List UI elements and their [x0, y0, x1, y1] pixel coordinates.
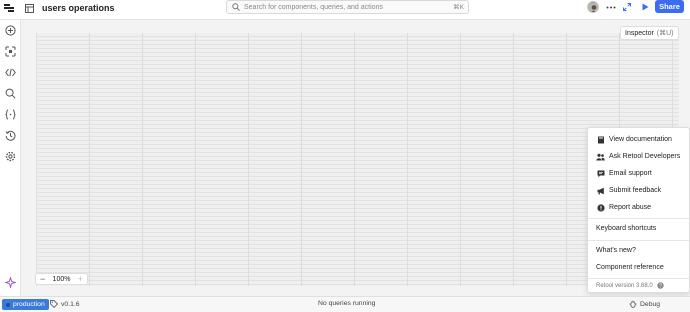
- menu-divider: [588, 218, 690, 219]
- svg-text:?: ?: [659, 283, 662, 289]
- environment-label: production: [13, 301, 45, 308]
- menu-item-report-abuse[interactable]: Report abuse: [596, 203, 651, 212]
- zoom-control: − 100% +: [35, 273, 88, 285]
- menu-item-label: View documentation: [609, 136, 672, 143]
- share-button[interactable]: Share: [655, 0, 684, 13]
- inspector-shortcut: (⌘U): [656, 30, 674, 37]
- app-title[interactable]: users operations: [42, 3, 115, 13]
- inspector-label: Inspector: [625, 29, 654, 37]
- megaphone-icon: [596, 186, 605, 195]
- environment-dot-icon: [6, 302, 10, 307]
- help-circle-icon[interactable]: ?: [657, 282, 664, 289]
- sparkle-icon[interactable]: [4, 276, 17, 289]
- menu-divider: [588, 278, 690, 279]
- menu-item-whats-new[interactable]: What's new?: [596, 247, 636, 254]
- avatar[interactable]: [587, 1, 599, 13]
- queries-status: No queries running: [318, 300, 376, 307]
- braces-icon[interactable]: [4, 108, 17, 121]
- more-options-icon[interactable]: [605, 2, 617, 12]
- components-icon[interactable]: [4, 45, 17, 58]
- search-shortcut: ⌘K: [453, 4, 464, 11]
- message-icon: [596, 169, 605, 178]
- version-label: Retool version 3.68.0: [596, 282, 653, 289]
- history-icon[interactable]: [4, 129, 17, 142]
- help-menu: View documentation Ask Retool Developers…: [587, 127, 690, 293]
- zoom-in-button[interactable]: +: [78, 274, 83, 284]
- top-bar: users operations Search for components, …: [0, 0, 690, 20]
- menu-item-label: Ask Retool Developers: [609, 153, 681, 160]
- page-layout-icon[interactable]: [24, 3, 34, 13]
- status-bar: production v0.1.6 No queries running Deb…: [0, 296, 690, 312]
- search-icon: [232, 3, 240, 11]
- menu-item-label: Report abuse: [609, 204, 652, 211]
- book-icon: [596, 135, 605, 144]
- grid-canvas[interactable]: [36, 33, 679, 286]
- menu-item-view-documentation[interactable]: View documentation: [596, 135, 672, 144]
- expand-icon[interactable]: [622, 2, 632, 12]
- tag-icon: [50, 300, 58, 308]
- menu-divider: [588, 240, 690, 241]
- menu-item-component-reference[interactable]: Component reference: [596, 264, 664, 271]
- zoom-out-button[interactable]: −: [40, 274, 45, 284]
- play-icon[interactable]: [640, 2, 650, 12]
- search-icon[interactable]: [4, 87, 17, 100]
- settings-icon[interactable]: [4, 150, 17, 163]
- release-label: v0.1.6: [61, 300, 80, 308]
- menu-item-label: Email support: [609, 170, 652, 177]
- environment-badge[interactable]: production: [2, 299, 49, 310]
- inspector-button[interactable]: Inspector (⌘U): [620, 26, 679, 40]
- menu-item-label: Submit feedback: [609, 187, 662, 194]
- debug-button[interactable]: Debug: [629, 300, 660, 308]
- menu-item-keyboard-shortcuts[interactable]: Keyboard shortcuts: [596, 225, 656, 232]
- code-icon[interactable]: [4, 66, 17, 79]
- search-bar[interactable]: Search for components, queries, and acti…: [226, 0, 469, 14]
- people-icon: [596, 152, 605, 161]
- menu-item-ask-retool-developers[interactable]: Ask Retool Developers: [596, 152, 680, 161]
- debug-label: Debug: [640, 300, 661, 308]
- bug-icon: [629, 300, 637, 308]
- retool-version: Retool version 3.68.0 ?: [596, 282, 664, 289]
- left-sidebar: [0, 20, 21, 296]
- plus-circle-icon[interactable]: [4, 24, 17, 37]
- menu-item-submit-feedback[interactable]: Submit feedback: [596, 186, 661, 195]
- menu-item-email-support[interactable]: Email support: [596, 169, 652, 178]
- release-version[interactable]: v0.1.6: [50, 300, 80, 308]
- retool-logo-icon[interactable]: [4, 3, 14, 13]
- alert-icon: [596, 203, 605, 212]
- search-placeholder: Search for components, queries, and acti…: [244, 3, 383, 11]
- zoom-level: 100%: [52, 275, 71, 283]
